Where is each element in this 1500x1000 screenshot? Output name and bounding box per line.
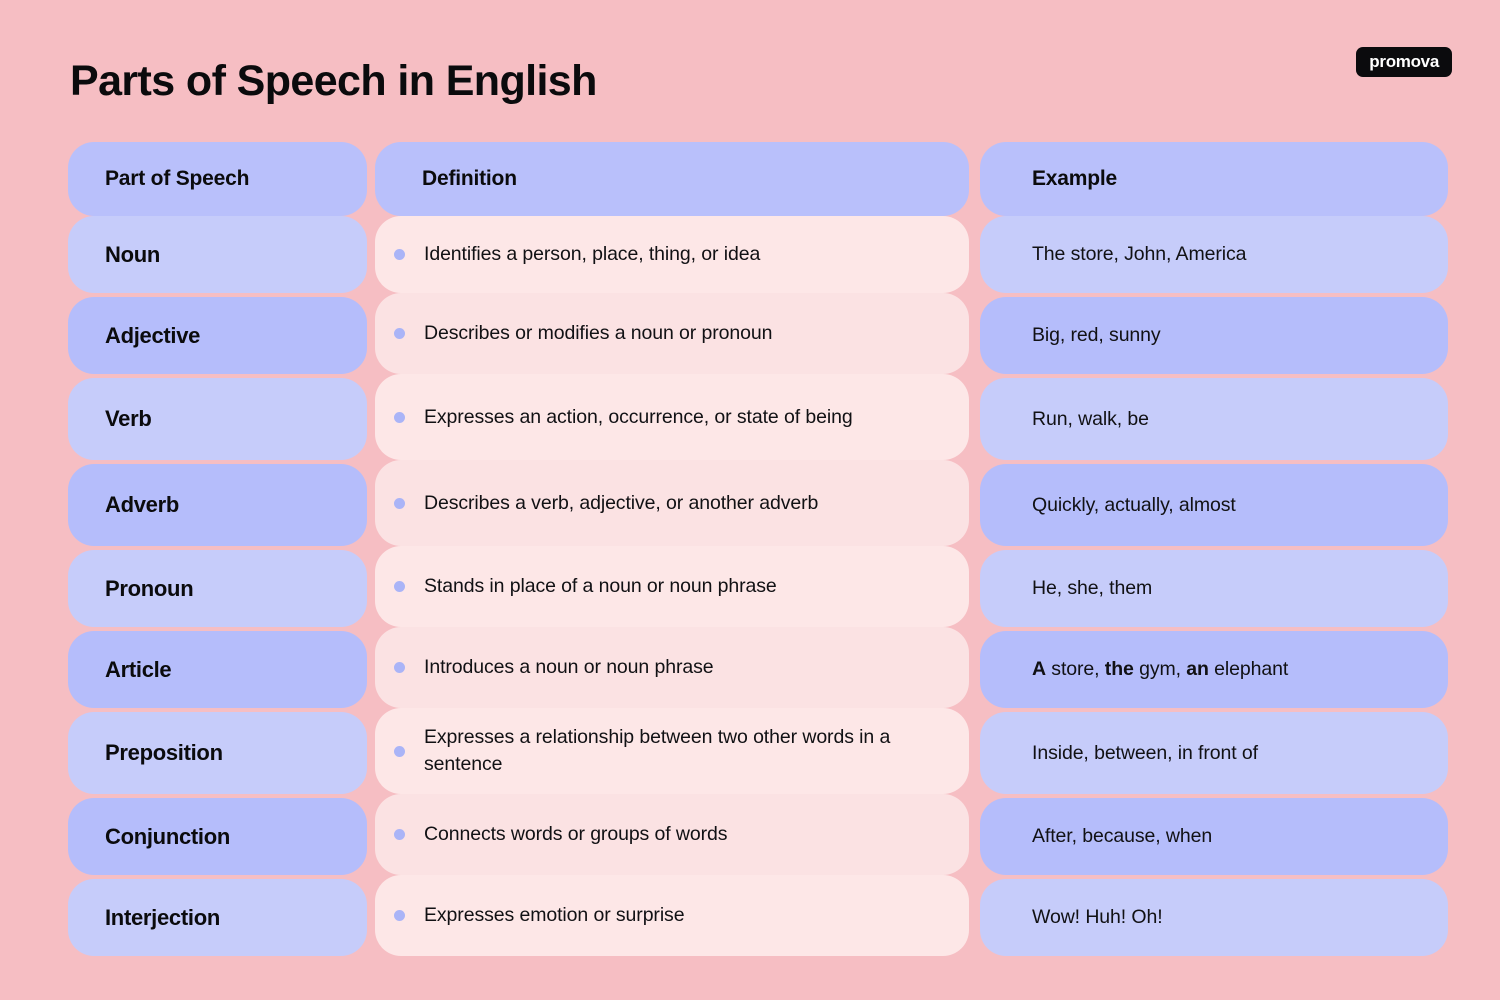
cell-definition: Expresses an action, occurrence, or stat… (375, 374, 969, 460)
example-text: After, because, when (1032, 825, 1213, 847)
cell-definition: Expresses a relationship between two oth… (375, 708, 969, 794)
cell-example: Wow! Huh! Oh! (980, 879, 1448, 956)
cell-part-of-speech: Adverb (68, 464, 367, 546)
example-text: Inside, between, in front of (1032, 741, 1258, 764)
example-text: Big, red, sunny (1032, 324, 1161, 346)
table-row: Article Introduces a noun or noun phrase A… (68, 627, 1448, 708)
cell-part-of-speech: Verb (68, 378, 367, 460)
table-row: Conjunction Connects words or groups of w… (68, 794, 1448, 875)
cell-example: He, she, them (980, 550, 1448, 627)
column-header-label: Example (1032, 167, 1117, 190)
definition-text: Expresses a relationship between two oth… (424, 726, 891, 775)
promova-logo-text: promova (1369, 52, 1439, 71)
cell-example: Big, red, sunny (980, 297, 1448, 374)
column-header-label: Part of Speech (105, 167, 250, 190)
cell-part-of-speech: Noun (68, 216, 367, 293)
example-text: The store, John, America (1032, 243, 1247, 265)
definition-inner: Describes a verb, adjective, or another … (394, 490, 945, 517)
cell-example: Inside, between, in front of (980, 712, 1448, 794)
part-of-speech-label: Adverb (105, 492, 179, 517)
definition-inner: Stands in place of a noun or noun phrase (394, 573, 945, 600)
definition-inner: Describes or modifies a noun or pronoun (394, 320, 945, 347)
column-header-label: Definition (422, 167, 517, 190)
cell-part-of-speech: Preposition (68, 712, 367, 794)
definition-text: Identifies a person, place, thing, or id… (424, 243, 761, 265)
page-header: Parts of Speech in English promova (0, 0, 1500, 140)
definition-inner: Expresses an action, occurrence, or stat… (394, 404, 945, 431)
bullet-icon (394, 581, 405, 592)
parts-of-speech-table: Part of Speech Definition Example Noun Id… (68, 142, 1448, 956)
example-text: Quickly, actually, almost (1032, 493, 1236, 516)
part-of-speech-label: Noun (105, 241, 161, 267)
part-of-speech-label: Conjunction (105, 823, 231, 849)
cell-part-of-speech: Conjunction (68, 798, 367, 875)
cell-example: The store, John, America (980, 216, 1448, 293)
cell-definition: Connects words or groups of words (375, 794, 969, 875)
table-row: Adjective Describes or modifies a noun or… (68, 293, 1448, 374)
definition-inner: Expresses a relationship between two oth… (394, 724, 945, 778)
definition-inner: Expresses emotion or surprise (394, 902, 945, 929)
cell-example: Run, walk, be (980, 378, 1448, 460)
table-row: Verb Expresses an action, occurrence, or … (68, 374, 1448, 460)
cell-part-of-speech: Adjective (68, 297, 367, 374)
example-text: Run, walk, be (1032, 407, 1149, 430)
definition-inner: Identifies a person, place, thing, or id… (394, 241, 945, 268)
cell-definition: Describes a verb, adjective, or another … (375, 460, 969, 546)
cell-definition: Stands in place of a noun or noun phrase (375, 546, 969, 627)
cell-definition: Introduces a noun or noun phrase (375, 627, 969, 708)
cell-definition: Expresses emotion or surprise (375, 875, 969, 956)
definition-text: Expresses emotion or surprise (424, 904, 685, 926)
definition-text: Stands in place of a noun or noun phrase (424, 575, 777, 597)
table-row: Interjection Expresses emotion or surpris… (68, 875, 1448, 956)
part-of-speech-label: Article (105, 656, 172, 682)
table-row: Pronoun Stands in place of a noun or noun… (68, 546, 1448, 627)
promova-logo: promova (1356, 47, 1452, 77)
cell-part-of-speech: Article (68, 631, 367, 708)
table-header-row: Part of Speech Definition Example (68, 142, 1448, 216)
bullet-icon (394, 497, 405, 509)
example-text: Wow! Huh! Oh! (1032, 906, 1163, 928)
page-title: Parts of Speech in English (70, 57, 597, 105)
table-row: Noun Identifies a person, place, thing, o… (68, 216, 1448, 293)
part-of-speech-label: Pronoun (105, 575, 194, 601)
definition-text: Connects words or groups of words (424, 823, 728, 845)
table-row: Preposition Expresses a relationship betw… (68, 708, 1448, 794)
cell-example: A store, the gym, an elephant (980, 631, 1448, 708)
cell-definition: Identifies a person, place, thing, or id… (375, 216, 969, 293)
cell-part-of-speech: Pronoun (68, 550, 367, 627)
column-header-part-of-speech: Part of Speech (68, 142, 367, 216)
column-header-definition: Definition (375, 142, 969, 216)
example-text: He, she, them (1032, 577, 1153, 599)
table-body: Noun Identifies a person, place, thing, o… (68, 216, 1448, 956)
column-header-example: Example (980, 142, 1448, 216)
bullet-icon (394, 662, 405, 673)
part-of-speech-label: Verb (105, 406, 152, 431)
definition-text: Introduces a noun or noun phrase (424, 656, 714, 678)
part-of-speech-label: Adjective (105, 322, 201, 348)
definition-inner: Connects words or groups of words (394, 821, 945, 848)
bullet-icon (394, 328, 405, 339)
definition-text: Expresses an action, occurrence, or stat… (424, 405, 853, 428)
definition-text: Describes a verb, adjective, or another … (424, 491, 819, 514)
cell-example: Quickly, actually, almost (980, 464, 1448, 546)
bullet-icon (394, 745, 405, 757)
bullet-icon (394, 249, 405, 260)
definition-inner: Introduces a noun or noun phrase (394, 654, 945, 681)
part-of-speech-label: Preposition (105, 740, 223, 765)
table-row: Adverb Describes a verb, adjective, or an… (68, 460, 1448, 546)
bullet-icon (394, 829, 405, 840)
bullet-icon (394, 411, 405, 423)
bullet-icon (394, 910, 405, 921)
cell-definition: Describes or modifies a noun or pronoun (375, 293, 969, 374)
cell-example: After, because, when (980, 798, 1448, 875)
cell-part-of-speech: Interjection (68, 879, 367, 956)
example-text: A store, the gym, an elephant (1032, 658, 1289, 680)
part-of-speech-label: Interjection (105, 904, 220, 930)
definition-text: Describes or modifies a noun or pronoun (424, 322, 773, 344)
